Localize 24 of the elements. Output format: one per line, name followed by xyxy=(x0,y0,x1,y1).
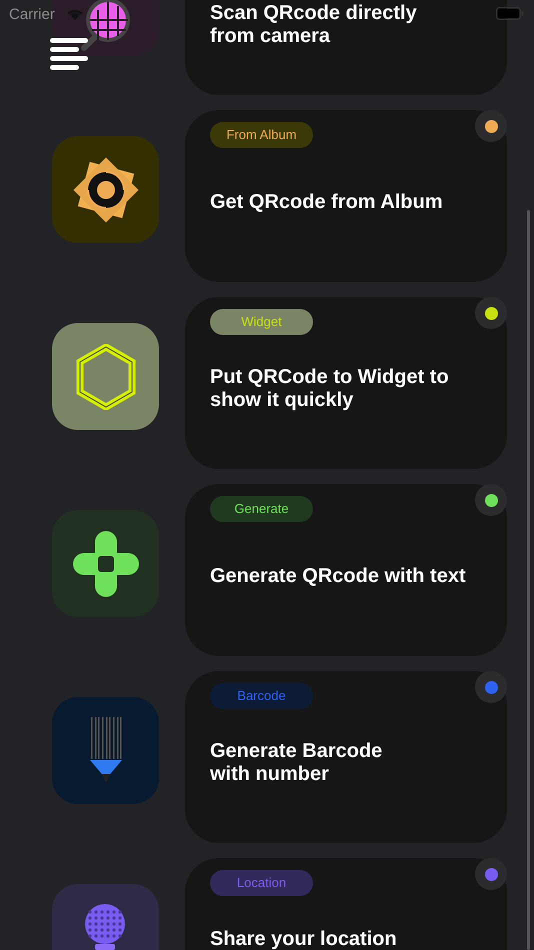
feature-card[interactable]: Widget Put QRCode to Widget to show it quickly xyxy=(185,297,507,469)
hexagon-icon xyxy=(74,344,136,410)
feature-title: Get QRcode from Album xyxy=(210,190,443,214)
menu-icon[interactable] xyxy=(50,38,88,70)
category-tag: From Album xyxy=(210,122,313,148)
feature-card[interactable]: Barcode Generate Barcode with number xyxy=(185,671,507,843)
puzzle-icon xyxy=(70,528,140,598)
feature-title: Generate QRcode with text xyxy=(210,564,466,588)
barcode-pencil-icon xyxy=(88,716,122,784)
feature-card[interactable]: Location Share your location xyxy=(185,858,507,950)
category-tag: Widget xyxy=(210,309,313,335)
feature-card[interactable]: Generate Generate QRcode with text xyxy=(185,484,507,656)
feature-card[interactable]: Scan QRcode directly from camera xyxy=(185,0,507,95)
category-tag: Generate xyxy=(210,496,313,522)
feature-title: Generate Barcode with number xyxy=(210,740,382,786)
feature-title: Share your location xyxy=(210,928,397,950)
carrier-label: Carrier xyxy=(9,5,55,25)
category-tag: Barcode xyxy=(210,683,313,709)
wifi-icon xyxy=(66,8,84,21)
feature-card[interactable]: From Album Get QRcode from Album xyxy=(185,110,507,282)
category-tag: Location xyxy=(210,870,313,896)
feature-title: Put QRCode to Widget to show it quickly xyxy=(210,366,449,412)
feature-title: Scan QRcode directly from camera xyxy=(210,2,417,48)
battery-icon xyxy=(496,7,524,20)
